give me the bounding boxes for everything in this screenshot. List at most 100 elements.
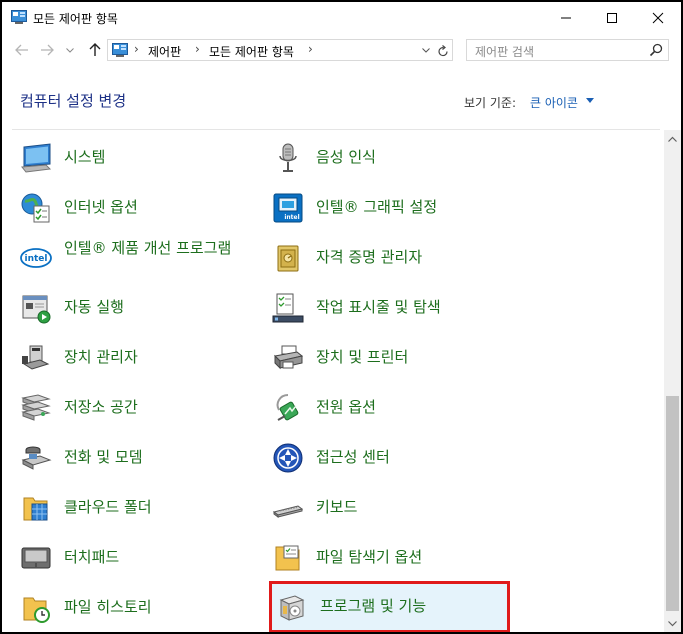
close-button[interactable] xyxy=(635,2,681,33)
item-ease-of-access[interactable]: 접근성 센터 xyxy=(268,435,504,481)
item-label: 전원 옵션 xyxy=(316,398,376,416)
item-power-options[interactable]: 전원 옵션 xyxy=(268,385,504,431)
minimize-icon xyxy=(561,17,571,18)
item-label: 음성 인식 xyxy=(316,148,376,166)
cloud-folder-icon xyxy=(23,497,48,521)
item-label: 작업 표시줄 및 탐색 xyxy=(316,298,441,316)
item-device-manager[interactable]: 장치 관리자 xyxy=(16,335,252,381)
programs-features-icon xyxy=(279,595,305,621)
item-devices-printers[interactable]: 장치 및 프린터 xyxy=(268,335,504,381)
item-label: 키보드 xyxy=(316,498,358,516)
item-taskbar-navigation[interactable]: 작업 표시줄 및 탐색 xyxy=(268,285,504,331)
item-label: 프로그램 및 기능 xyxy=(320,597,427,615)
forward-button[interactable] xyxy=(37,41,57,59)
address-dropdown-button[interactable] xyxy=(418,43,434,57)
arrow-right-icon xyxy=(41,44,54,56)
header-divider xyxy=(12,129,660,130)
scrollbar-thumb[interactable] xyxy=(666,396,679,611)
maximize-button[interactable] xyxy=(589,2,635,33)
refresh-icon xyxy=(438,44,448,56)
up-button[interactable] xyxy=(85,41,105,59)
item-intel-graphics[interactable]: intel 인텔® 그래픽 설정 xyxy=(268,185,504,231)
device-manager-icon xyxy=(22,345,50,370)
maximize-icon xyxy=(607,12,617,23)
internet-options-icon xyxy=(21,193,50,223)
microphone-icon xyxy=(279,143,297,172)
control-panel-icon xyxy=(112,43,128,57)
vertical-scrollbar[interactable] xyxy=(664,130,681,632)
chevron-down-icon xyxy=(668,620,677,626)
item-intel-improvement[interactable]: intel 인텔® 제품 개선 프로그램 xyxy=(16,235,252,281)
item-label: 장치 및 프린터 xyxy=(316,348,409,366)
item-touchpad[interactable]: 터치패드 xyxy=(16,535,252,581)
recent-dropdown-button[interactable] xyxy=(60,41,80,59)
ease-of-access-icon xyxy=(273,443,303,473)
breadcrumb-separator-icon[interactable]: › xyxy=(308,42,313,56)
item-label: 파일 히스토리 xyxy=(64,598,152,616)
scroll-down-button[interactable] xyxy=(664,615,681,632)
close-icon xyxy=(652,12,664,23)
system-icon xyxy=(21,143,52,173)
breadcrumb-separator-icon[interactable]: › xyxy=(195,42,200,56)
svg-text:intel: intel xyxy=(25,254,48,264)
item-autoplay[interactable]: 자동 실행 xyxy=(16,285,252,331)
breadcrumb-all-items[interactable]: 모든 제어판 항목 xyxy=(209,43,294,60)
item-label: 자동 실행 xyxy=(64,298,124,316)
item-file-explorer-options[interactable]: 파일 탐색기 옵션 xyxy=(268,535,504,581)
credential-manager-icon xyxy=(277,245,299,272)
item-system[interactable]: 시스템 xyxy=(16,135,252,181)
refresh-button[interactable] xyxy=(435,43,451,59)
arrow-up-icon xyxy=(89,43,101,56)
item-label: 접근성 센터 xyxy=(316,448,390,466)
intel-icon: intel xyxy=(20,248,52,268)
caret-down-icon[interactable] xyxy=(586,98,594,103)
item-phone-modem[interactable]: 전화 및 모뎀 xyxy=(16,435,252,481)
breadcrumb-control-panel[interactable]: 제어판 xyxy=(148,43,181,60)
chevron-down-icon xyxy=(422,47,430,53)
search-box[interactable]: 제어판 검색 xyxy=(466,39,669,61)
control-panel-window: 모든 제어판 항목 › 제어판 › 모든 제어판 항목 › 제어판 검색 컴퓨터… xyxy=(2,2,681,632)
item-label: 터치패드 xyxy=(64,548,120,566)
autoplay-icon xyxy=(22,295,51,324)
folder-options-icon xyxy=(275,545,300,571)
item-keyboard[interactable]: 키보드 xyxy=(268,485,504,531)
storage-spaces-icon xyxy=(21,394,51,421)
intel-graphics-icon: intel xyxy=(273,193,303,223)
item-programs-features[interactable]: 프로그램 및 기능 xyxy=(269,581,510,632)
phone-modem-icon xyxy=(21,446,52,470)
scroll-up-button[interactable] xyxy=(664,130,681,147)
item-label: 저장소 공간 xyxy=(64,398,138,416)
item-cloud-folder[interactable]: 클라우드 폴더 xyxy=(16,485,252,531)
address-row: › 제어판 › 모든 제어판 항목 › 제어판 검색 xyxy=(2,33,681,67)
page-title: 컴퓨터 설정 변경 xyxy=(20,92,127,110)
address-bar[interactable]: › 제어판 › 모든 제어판 항목 › xyxy=(107,39,453,61)
minimize-button[interactable] xyxy=(543,2,589,33)
item-credential-manager[interactable]: 자격 증명 관리자 xyxy=(268,235,504,281)
item-label: 자격 증명 관리자 xyxy=(316,248,423,266)
item-label: 전화 및 모뎀 xyxy=(64,448,143,466)
item-storage-spaces[interactable]: 저장소 공간 xyxy=(16,385,252,431)
item-label: 클라우드 폴더 xyxy=(64,498,152,516)
chevron-down-icon xyxy=(66,47,74,53)
svg-text:intel: intel xyxy=(284,214,299,221)
item-speech-recognition[interactable]: 음성 인식 xyxy=(268,135,504,181)
back-button[interactable] xyxy=(12,41,32,59)
item-label: 파일 탐색기 옵션 xyxy=(316,548,423,566)
item-label: 장치 관리자 xyxy=(64,348,138,366)
file-history-icon xyxy=(23,597,50,623)
item-label: 인터넷 옵션 xyxy=(64,198,138,216)
control-panel-icon xyxy=(11,10,27,24)
item-internet-options[interactable]: 인터넷 옵션 xyxy=(16,185,252,231)
item-file-history[interactable]: 파일 히스토리 xyxy=(16,585,252,631)
item-label: 시스템 xyxy=(64,148,106,166)
touchpad-icon xyxy=(21,547,51,569)
content-area: 컴퓨터 설정 변경 보기 기준: 큰 아이콘 시스템 인터넷 옵션 intel … xyxy=(2,68,681,632)
breadcrumb-separator-icon[interactable]: › xyxy=(134,42,139,56)
power-options-icon xyxy=(276,394,299,421)
item-label: 인텔® 그래픽 설정 xyxy=(316,198,438,216)
taskbar-icon xyxy=(272,293,304,323)
chevron-up-icon xyxy=(668,136,677,142)
arrow-left-icon xyxy=(15,44,28,56)
view-by-dropdown[interactable]: 큰 아이콘 xyxy=(530,94,578,111)
view-by-label: 보기 기준: xyxy=(464,96,517,110)
